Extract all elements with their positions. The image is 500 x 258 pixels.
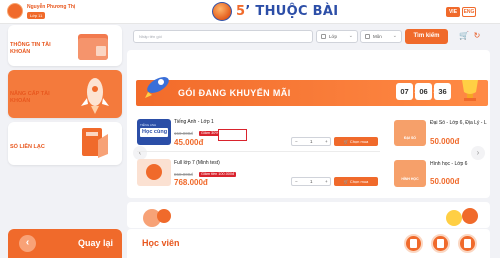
new-price: 50.000đ (430, 177, 460, 186)
user-grade-badge: Lớp 11 (27, 12, 46, 19)
rocket-icon (81, 78, 109, 114)
carousel-next-button[interactable]: › (471, 146, 485, 160)
chevron-down-icon: ⌄ (348, 33, 353, 39)
product-title[interactable]: Đại Số - Lớp 6, Địa Lý - L (430, 120, 488, 126)
product-title[interactable]: Tiếng Anh - Lớp 1 (174, 119, 214, 125)
carousel-prev-button[interactable]: ‹ (133, 146, 147, 160)
notebook-icon (82, 128, 108, 158)
rocket-icon (145, 77, 169, 98)
quantity-stepper[interactable]: − 1 + (291, 177, 331, 186)
lang-eng-button[interactable]: ENG (462, 7, 476, 17)
classroom-icon[interactable] (458, 234, 477, 253)
promo-title: GÓI ĐANG KHUYẾN MÃI (178, 88, 291, 98)
students-heading: Học viên (142, 238, 180, 248)
folder-icon (78, 34, 108, 60)
secondary-panel (127, 202, 490, 228)
new-price: 768.000đ (174, 178, 208, 187)
minus-button[interactable]: − (295, 139, 298, 144)
decoration-icon (446, 208, 478, 226)
back-button[interactable]: Quay lại (78, 238, 113, 248)
chevron-down-icon: ⌄ (392, 33, 397, 39)
add-to-cart-button[interactable]: 🛒 Chọn mua (334, 137, 378, 146)
lang-vie-button[interactable]: VIE (446, 7, 460, 17)
product-title[interactable]: Full lớp 7 (Minh test) (174, 160, 220, 166)
logo-text: 5’ THUỘC BÀI (236, 4, 339, 19)
new-price: 45.000đ (174, 138, 204, 147)
gift-icon[interactable] (431, 234, 450, 253)
grade-icon (321, 34, 326, 39)
quantity-value[interactable]: 1 (310, 179, 313, 184)
divider (137, 151, 380, 152)
sidebar-item-label: THÔNG TIN TÀI KHOẢN (10, 42, 51, 55)
document-icon[interactable] (404, 234, 423, 253)
product-thumbnail[interactable]: HÌNH HỌC (394, 160, 426, 187)
product-thumbnail[interactable] (137, 159, 171, 186)
plus-button[interactable]: + (325, 139, 328, 144)
product-thumbnail[interactable]: ĐẠI SỐ (394, 120, 426, 146)
cart-icon[interactable]: 🛒 (459, 32, 469, 40)
empty-field (218, 129, 247, 141)
add-to-cart-button[interactable]: 🛒 Chọn mua (334, 177, 378, 186)
minus-button[interactable]: − (295, 179, 298, 184)
plus-button[interactable]: + (325, 179, 328, 184)
logo-icon (212, 2, 232, 21)
timer-seconds: 36 (434, 83, 451, 100)
decoration-icon (143, 209, 171, 227)
sidebar-item-label: NÂNG CẤP TÀI KHOẢN (10, 91, 50, 104)
quantity-value[interactable]: 1 (310, 139, 313, 144)
subject-select[interactable]: Môn ⌄ (360, 30, 402, 43)
timer-hours: 07 (396, 83, 413, 100)
timer-minutes: 06 (415, 83, 432, 100)
user-name: Nguyễn Phương Thị (27, 4, 76, 10)
old-price: 150.000đ (174, 131, 193, 136)
product-thumbnail[interactable]: TIẾNG ANH Học cùng (137, 119, 171, 145)
history-icon[interactable]: ↻ (473, 32, 481, 40)
search-input[interactable]: Nhập tên gói (133, 30, 313, 43)
subject-icon (365, 34, 370, 39)
avatar[interactable] (7, 3, 23, 19)
quantity-stepper[interactable]: − 1 + (291, 137, 331, 146)
grade-select[interactable]: Lớp ⌄ (316, 30, 358, 43)
product-title[interactable]: Hình học - Lớp 6 (430, 161, 467, 167)
discount-badge: Giảm tiền 100.000đ (199, 172, 237, 177)
back-arrow-icon[interactable]: ‹ (19, 235, 36, 252)
new-price: 50.000đ (430, 137, 460, 146)
old-price: 868.000đ (174, 172, 193, 177)
sidebar-item-label: SỔ LIÊN LẠC (10, 144, 45, 150)
search-button[interactable]: Tìm kiếm (405, 29, 448, 44)
trophy-icon (462, 80, 478, 101)
